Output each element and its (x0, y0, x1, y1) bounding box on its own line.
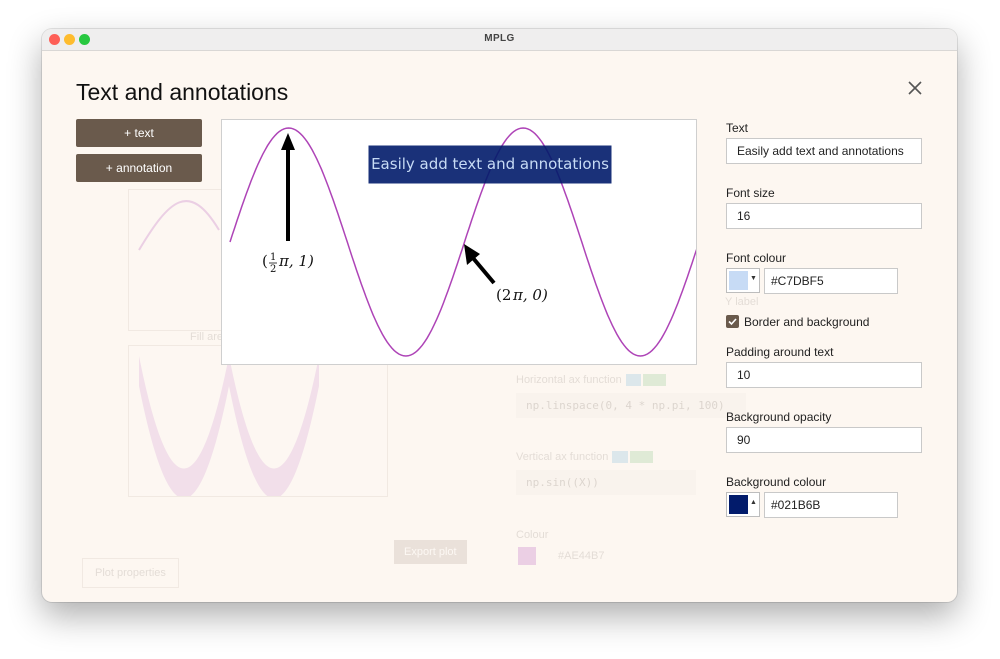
bg-export-button: Export plot (394, 540, 467, 564)
bg-horizontal-code: np.linspace(0, 4 * np.pi, 100) (516, 393, 746, 418)
bg-plot-properties-button: Plot properties (82, 558, 179, 588)
annotation-text: Easily add text and annotations (371, 155, 609, 173)
close-icon (908, 81, 922, 95)
app-window: MPLG Fill area Y label Horizontal ax fun… (42, 29, 957, 602)
bg-tag (643, 374, 667, 386)
font-colour-picker[interactable]: ▼ (726, 268, 760, 293)
title-bar: MPLG (42, 29, 957, 51)
close-modal-button[interactable] (904, 77, 926, 99)
bg-colour-chip (729, 495, 748, 514)
annotation-label-1: ( (262, 252, 268, 270)
font-size-input[interactable] (726, 203, 922, 229)
padding-label: Padding around text (726, 345, 834, 359)
chevron-down-icon: ▼ (750, 275, 757, 282)
arrow-2-shaft (471, 256, 496, 285)
bg-vertical-label-text: Vertical ax function (516, 451, 609, 463)
bg-plot-fill-curve (139, 356, 319, 499)
bg-tag (625, 374, 642, 386)
annotation-label-1: 2 (270, 264, 276, 275)
bg-y-label: Y label (725, 296, 759, 308)
bg-horizontal-label: Horizontal ax function (516, 374, 667, 386)
padding-input[interactable] (726, 362, 922, 388)
text-input[interactable] (726, 138, 922, 164)
add-annotation-button[interactable]: + annotation (76, 154, 202, 182)
font-colour-chip (729, 271, 748, 290)
text-label: Text (726, 121, 749, 135)
bg-colour-picker[interactable]: ▲ (726, 492, 760, 517)
bg-colour-swatch (518, 547, 536, 565)
annotation-label-2: (2 (496, 286, 511, 304)
bg-tag (612, 451, 628, 463)
opacity-label: Background opacity (726, 410, 832, 424)
font-size-label: Font size (726, 186, 775, 200)
add-text-button[interactable]: + text (76, 119, 202, 147)
window-title: MPLG (484, 33, 515, 44)
annotation-label-1: π, 1) (278, 252, 314, 270)
check-icon (728, 318, 737, 326)
border-background-label: Border and background (744, 315, 870, 329)
bg-colour-hex-input[interactable]: #021B6B (764, 492, 898, 518)
arrow-1-head (281, 133, 295, 150)
bg-colour-hex: #AE44B7 (558, 550, 605, 562)
modal-title: Text and annotations (76, 79, 289, 105)
preview-svg: Easily add text and annotations ( 1 2 π,… (229, 127, 700, 357)
font-colour-hex-input[interactable]: #C7DBF5 (764, 268, 898, 294)
bg-plot-fill (128, 345, 388, 499)
bg-colour-label: Background colour (726, 475, 827, 489)
font-colour-label: Font colour (726, 251, 787, 265)
bg-vertical-code: np.sin((X)) (516, 470, 696, 495)
preview-plot: Easily add text and annotations ( 1 2 π,… (221, 119, 700, 365)
bg-colour-label: Colour (516, 529, 549, 541)
bg-tag (629, 451, 653, 463)
annotation-label-2: π, 0) (512, 286, 548, 304)
chevron-up-icon: ▲ (750, 499, 757, 506)
bg-horizontal-label-text: Horizontal ax function (516, 374, 622, 386)
opacity-input[interactable] (726, 427, 922, 453)
border-background-checkbox[interactable] (726, 315, 739, 328)
annotation-label-1: 1 (270, 252, 276, 263)
bg-vertical-label: Vertical ax function (516, 451, 653, 463)
